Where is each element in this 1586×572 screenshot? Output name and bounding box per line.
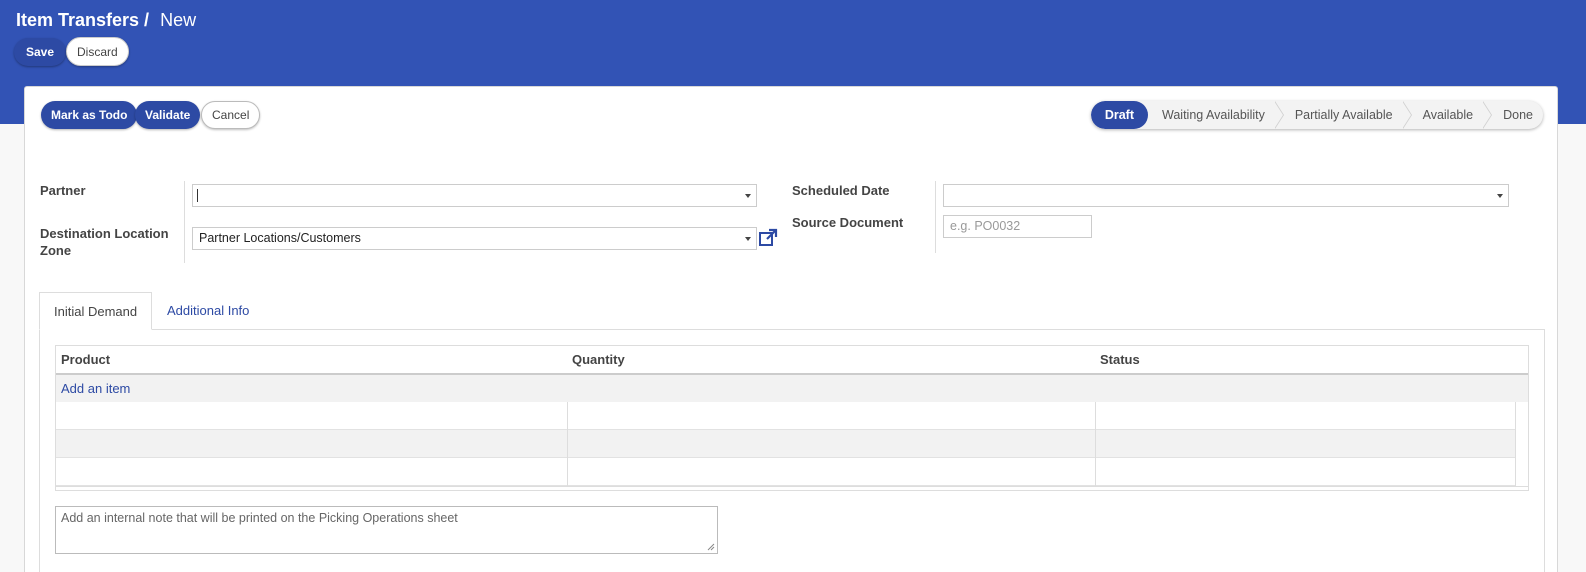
- status-bar: Draft Waiting Availability Partially Ava…: [1090, 101, 1543, 129]
- table-row: [56, 430, 1516, 458]
- source-document-placeholder: e.g. PO0032: [950, 219, 1021, 233]
- table-row: [56, 402, 1516, 430]
- moves-table: Product Quantity Status Add an item: [55, 345, 1529, 491]
- mark-as-todo-button[interactable]: Mark as Todo: [41, 101, 138, 129]
- column-header-product[interactable]: Product: [61, 346, 110, 374]
- tab-additional-info[interactable]: Additional Info: [153, 292, 263, 330]
- external-link-icon[interactable]: [758, 228, 778, 248]
- column-divider: [1095, 402, 1096, 486]
- destination-location-label: Destination Location Zone: [40, 226, 169, 258]
- cancel-button[interactable]: Cancel: [201, 101, 261, 129]
- status-draft[interactable]: Draft: [1090, 101, 1149, 129]
- resize-grip-icon[interactable]: [707, 543, 715, 551]
- source-document-label: Source Document: [792, 215, 904, 230]
- column-divider: [1515, 402, 1516, 486]
- caret-down-icon[interactable]: [745, 194, 751, 198]
- partner-label: Partner: [40, 183, 86, 198]
- scheduled-date-input[interactable]: [943, 184, 1509, 207]
- destination-location-select[interactable]: Partner Locations/Customers: [192, 227, 757, 250]
- form-sheet: Mark as Todo Validate Cancel Draft Waiti…: [24, 86, 1558, 572]
- scheduled-date-label: Scheduled Date: [792, 183, 890, 198]
- add-item-row: Add an item: [56, 375, 1528, 402]
- caret-down-icon[interactable]: [1497, 194, 1503, 198]
- status-done[interactable]: Done: [1482, 101, 1543, 129]
- status-partially-available[interactable]: Partially Available: [1273, 101, 1403, 129]
- save-button[interactable]: Save: [14, 38, 67, 66]
- field-divider: [184, 181, 185, 263]
- destination-location-value: Partner Locations/Customers: [199, 231, 361, 245]
- breadcrumb-current: New: [160, 10, 197, 30]
- internal-note-placeholder: Add an internal note that will be printe…: [61, 511, 458, 525]
- column-header-quantity[interactable]: Quantity: [572, 346, 625, 374]
- breadcrumb: Item Transfers / New: [16, 10, 196, 31]
- internal-note-textarea[interactable]: Add an internal note that will be printe…: [55, 506, 718, 554]
- table-footer: [56, 486, 1528, 491]
- text-cursor: [197, 189, 198, 202]
- add-an-item-link[interactable]: Add an item: [61, 381, 130, 396]
- discard-button[interactable]: Discard: [66, 37, 129, 66]
- source-document-input[interactable]: e.g. PO0032: [943, 215, 1092, 238]
- partner-input[interactable]: [192, 184, 757, 207]
- status-waiting-availability[interactable]: Waiting Availability: [1148, 101, 1275, 129]
- breadcrumb-parent-link[interactable]: Item Transfers /: [16, 10, 149, 30]
- table-row: [56, 458, 1516, 486]
- column-divider: [567, 402, 568, 486]
- status-available[interactable]: Available: [1401, 101, 1484, 129]
- caret-down-icon[interactable]: [745, 237, 751, 241]
- tab-initial-demand[interactable]: Initial Demand: [39, 292, 153, 330]
- validate-button[interactable]: Validate: [135, 101, 201, 129]
- column-header-status[interactable]: Status: [1100, 346, 1140, 374]
- field-divider: [935, 181, 936, 253]
